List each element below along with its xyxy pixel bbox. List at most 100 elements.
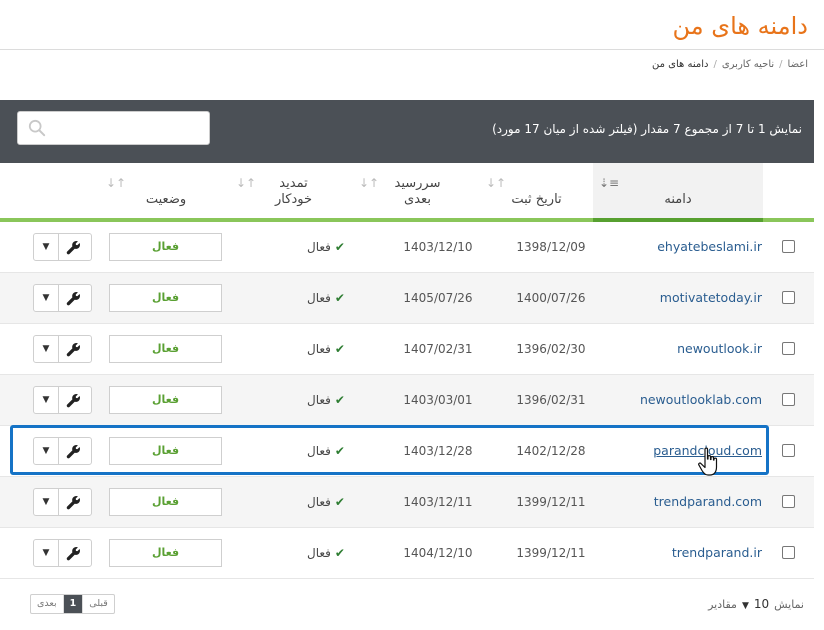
next-due-date: 1403/12/11 [403, 495, 473, 509]
column-label-auto-renew-line1: تمدید [279, 176, 308, 191]
column-label-next-due-line1: سررسید [394, 176, 441, 191]
auto-renew-label: فعال [307, 393, 331, 407]
caret-down-icon[interactable]: ▼ [34, 336, 59, 362]
auto-renew-status: ✔فعال [291, 528, 361, 578]
breadcrumb-separator: / [779, 59, 783, 70]
row-actions: ▼ [33, 284, 92, 312]
registration-date: 1399/12/11 [516, 495, 586, 509]
auto-renew-label: فعال [307, 240, 331, 254]
domain-link[interactable]: trendparand.ir [672, 528, 762, 578]
registration-date: 1396/02/30 [516, 342, 586, 356]
pagination-next-button[interactable]: بعدی [31, 595, 64, 613]
row-checkbox[interactable] [782, 342, 795, 355]
row-checkbox[interactable] [782, 495, 795, 508]
status-badge[interactable]: فعال [109, 539, 222, 567]
status-badge[interactable]: فعال [109, 335, 222, 363]
table-row[interactable]: motivatetoday.ir 1400/07/26 1405/07/26 ✔فعا… [0, 273, 814, 324]
breadcrumb-item-members[interactable]: اعضا [788, 59, 808, 70]
check-icon: ✔ [334, 546, 345, 560]
next-due-date: 1403/12/10 [403, 240, 473, 254]
next-due-date: 1403/03/01 [403, 393, 473, 407]
column-label-registration-date: تاریخ ثبت [511, 192, 562, 207]
table-row[interactable]: ehyatebeslami.ir 1398/12/09 1403/12/10 ✔فعا… [0, 222, 814, 273]
auto-renew-label: فعال [307, 495, 331, 509]
table-header: ⇣≡ دامنه ↓↑ تاریخ ثبت ↓↑ سررسید بعدی ↓↑ … [0, 163, 814, 223]
row-highlight-box [10, 425, 769, 475]
auto-renew-label: فعال [307, 291, 331, 305]
auto-renew-status: ✔فعال [291, 375, 361, 425]
next-due-date: 1404/12/10 [403, 546, 473, 560]
column-header-next-due-date[interactable]: ↓↑ سررسید بعدی [355, 163, 480, 220]
check-icon: ✔ [334, 240, 345, 254]
auto-renew-status: ✔فعال [291, 222, 361, 272]
caret-down-icon[interactable]: ▼ [34, 285, 59, 311]
registration-date: 1399/12/11 [516, 546, 586, 560]
wrench-icon[interactable] [66, 495, 81, 510]
row-checkbox[interactable] [782, 240, 795, 253]
caret-down-icon[interactable]: ▼ [34, 387, 59, 413]
column-header-registration-date[interactable]: ↓↑ تاریخ ثبت [480, 163, 593, 220]
status-badge[interactable]: فعال [109, 233, 222, 261]
auto-renew-label: فعال [307, 546, 331, 560]
search-input[interactable] [18, 112, 209, 144]
page-size-value[interactable]: 10 [754, 597, 769, 611]
wrench-icon[interactable] [66, 342, 81, 357]
auto-renew-label: فعال [307, 342, 331, 356]
check-icon: ✔ [334, 393, 345, 407]
domain-link[interactable]: ehyatebeslami.ir [657, 222, 762, 272]
domain-link[interactable]: newoutlooklab.com [640, 375, 762, 425]
check-icon: ✔ [334, 495, 345, 509]
breadcrumb: اعضا / ناحیه کاربری / دامنه های من [652, 59, 808, 70]
check-icon: ✔ [334, 291, 345, 305]
domain-link[interactable]: trendparand.com [654, 477, 762, 527]
row-actions: ▼ [33, 233, 92, 261]
sort-ascending-icon: ⇣≡ [599, 176, 620, 190]
auto-renew-status: ✔فعال [291, 273, 361, 323]
chevron-down-icon[interactable]: ▼ [742, 601, 749, 611]
domain-link[interactable]: motivatetoday.ir [660, 273, 762, 323]
table-filter-bar: نمایش 1 تا 7 از مجموع 7 مقدار (فیلتر شده… [0, 100, 814, 163]
row-checkbox[interactable] [782, 291, 795, 304]
pagination-prev-button[interactable]: قبلی [82, 595, 113, 613]
registration-date: 1400/07/26 [516, 291, 586, 305]
search-box[interactable] [17, 111, 210, 145]
page-title: دامنه های من [672, 12, 808, 40]
row-checkbox[interactable] [782, 546, 795, 559]
wrench-icon[interactable] [66, 291, 81, 306]
breadcrumb-item-client-area[interactable]: ناحیه کاربری [722, 59, 774, 70]
registration-date: 1398/12/09 [516, 240, 586, 254]
wrench-icon[interactable] [66, 240, 81, 255]
wrench-icon[interactable] [66, 393, 81, 408]
caret-down-icon[interactable]: ▼ [34, 540, 59, 566]
table-row[interactable]: newoutlooklab.com 1396/02/31 1403/03/01 ✔فع… [0, 375, 814, 426]
row-actions: ▼ [33, 539, 92, 567]
breadcrumb-separator: / [713, 59, 717, 70]
row-actions: ▼ [33, 386, 92, 414]
pagination: بعدی 1 قبلی [30, 594, 115, 614]
page-size-suffix: مقادیر [708, 598, 737, 611]
page-size-selector[interactable]: نمایش 10 ▼ مقادیر [708, 594, 804, 614]
hand-pointer-icon [698, 447, 718, 476]
caret-down-icon[interactable]: ▼ [34, 234, 59, 260]
pagination-current-page[interactable]: 1 [63, 595, 83, 613]
wrench-icon[interactable] [66, 546, 81, 561]
row-checkbox[interactable] [782, 444, 795, 457]
column-header-auto-renew[interactable]: ↓↑ تمدید خودکار [232, 163, 355, 220]
search-icon [28, 119, 46, 137]
caret-down-icon[interactable]: ▼ [34, 489, 59, 515]
table-row[interactable]: trendparand.com 1399/12/11 1403/12/11 ✔فعال… [0, 477, 814, 528]
status-badge[interactable]: فعال [109, 386, 222, 414]
auto-renew-status: ✔فعال [291, 477, 361, 527]
sort-icon: ↓↑ [486, 176, 507, 190]
column-label-next-due-line2: بعدی [404, 192, 431, 207]
column-header-status[interactable]: ↓↑ وضعیت [100, 163, 232, 220]
row-checkbox[interactable] [782, 393, 795, 406]
domain-link[interactable]: newoutlook.ir [677, 324, 762, 374]
row-actions: ▼ [33, 335, 92, 363]
status-badge[interactable]: فعال [109, 488, 222, 516]
status-badge[interactable]: فعال [109, 284, 222, 312]
table-row[interactable]: trendparand.ir 1399/12/11 1404/12/10 ✔فعال ف… [0, 528, 814, 579]
column-label-status: وضعیت [145, 192, 187, 207]
column-header-domain[interactable]: ⇣≡ دامنه [593, 163, 763, 220]
table-row[interactable]: newoutlook.ir 1396/02/30 1407/02/31 ✔فعال فع… [0, 324, 814, 375]
